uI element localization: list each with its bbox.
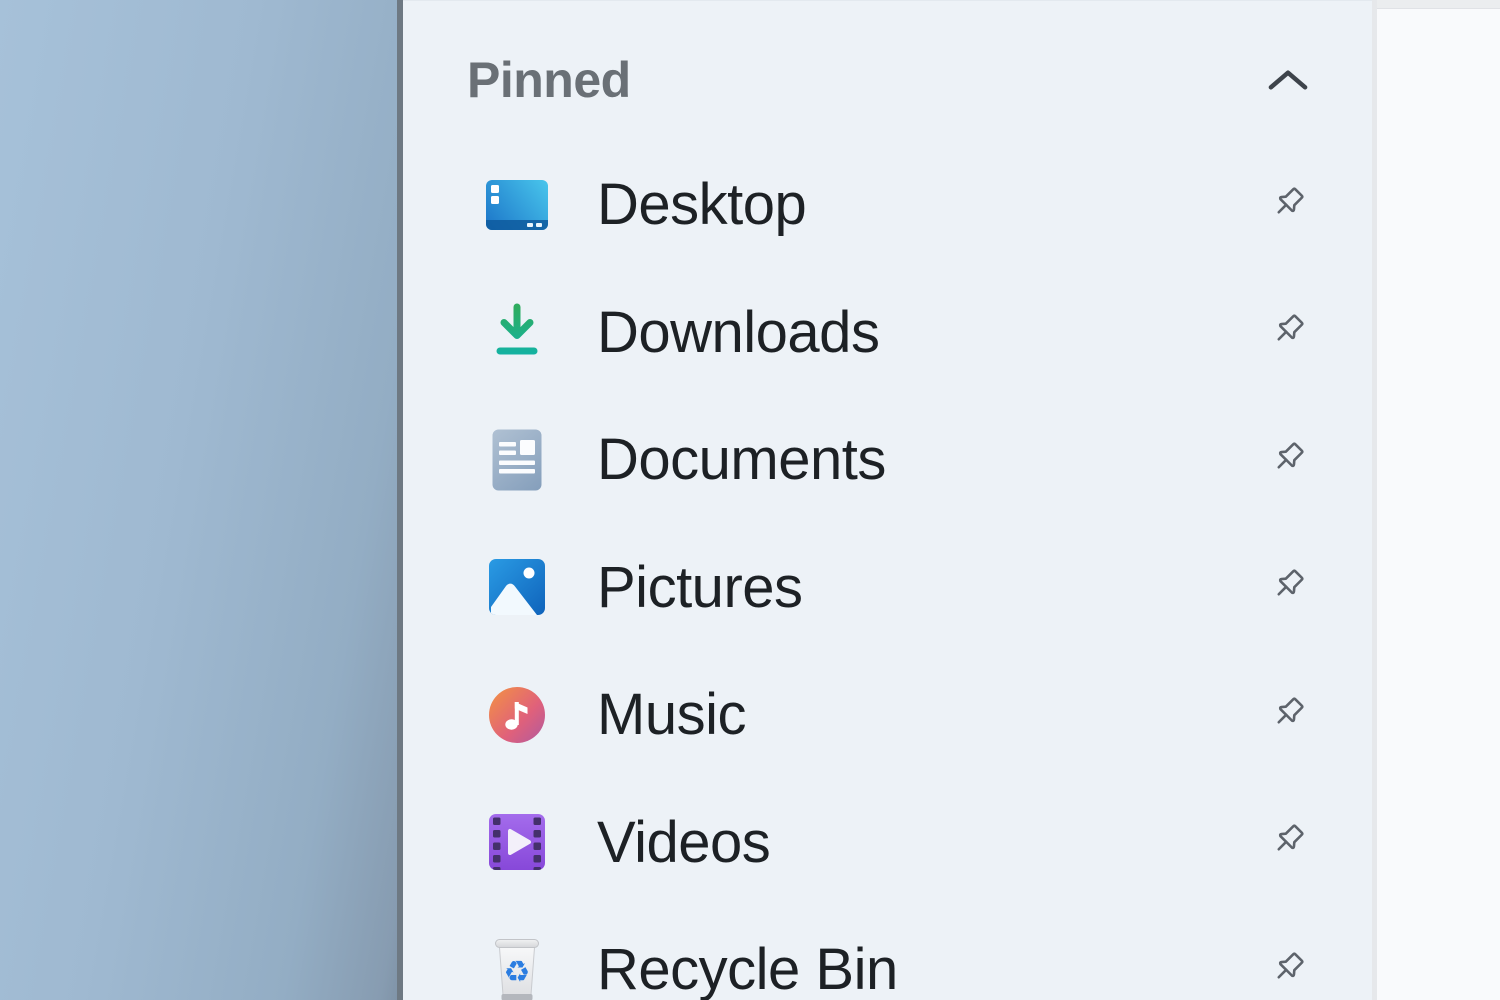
pin-icon[interactable] [1267, 185, 1311, 225]
pin-icon[interactable] [1267, 950, 1311, 990]
pinned-item-documents[interactable]: Documents [403, 396, 1372, 524]
pinned-item-label: Videos [597, 809, 770, 876]
pin-icon[interactable] [1267, 822, 1311, 862]
downloads-icon [485, 300, 549, 364]
pictures-icon [485, 555, 549, 619]
pinned-item-recycle-bin[interactable]: ♻ Recycle Bin [403, 906, 1372, 1000]
pinned-item-downloads[interactable]: Downloads [403, 269, 1372, 397]
pin-icon[interactable] [1267, 312, 1311, 352]
files-pane-top-border [1377, 0, 1500, 9]
pinned-item-label: Downloads [597, 299, 879, 366]
recycle-bin-icon: ♻ [485, 938, 549, 1000]
desktop-wallpaper [0, 0, 403, 1000]
pinned-item-pictures[interactable]: Pictures [403, 524, 1372, 652]
music-icon [485, 683, 549, 747]
navigation-pane: Pinned [403, 0, 1372, 1000]
files-pane [1377, 0, 1500, 1000]
pinned-section-title: Pinned [467, 51, 631, 109]
pinned-item-label: Documents [597, 426, 886, 493]
pin-icon[interactable] [1267, 567, 1311, 607]
pin-icon[interactable] [1267, 695, 1311, 735]
chevron-up-icon[interactable] [1267, 68, 1309, 92]
pinned-item-label: Pictures [597, 554, 803, 621]
pinned-item-music[interactable]: Music [403, 651, 1372, 779]
documents-icon [485, 428, 549, 492]
pinned-item-label: Music [597, 681, 746, 748]
desktop-icon [485, 173, 549, 237]
pinned-item-desktop[interactable]: Desktop [403, 141, 1372, 269]
pinned-item-label: Recycle Bin [597, 936, 898, 1000]
videos-icon [485, 810, 549, 874]
pinned-item-label: Desktop [597, 171, 806, 238]
pinned-section-header[interactable]: Pinned [403, 1, 1372, 113]
pinned-items-list: Desktop [403, 141, 1372, 1000]
pinned-item-videos[interactable]: Videos [403, 779, 1372, 907]
svg-text:♻: ♻ [504, 955, 531, 990]
file-explorer-window: Pinned [0, 0, 1500, 1000]
pin-icon[interactable] [1267, 440, 1311, 480]
